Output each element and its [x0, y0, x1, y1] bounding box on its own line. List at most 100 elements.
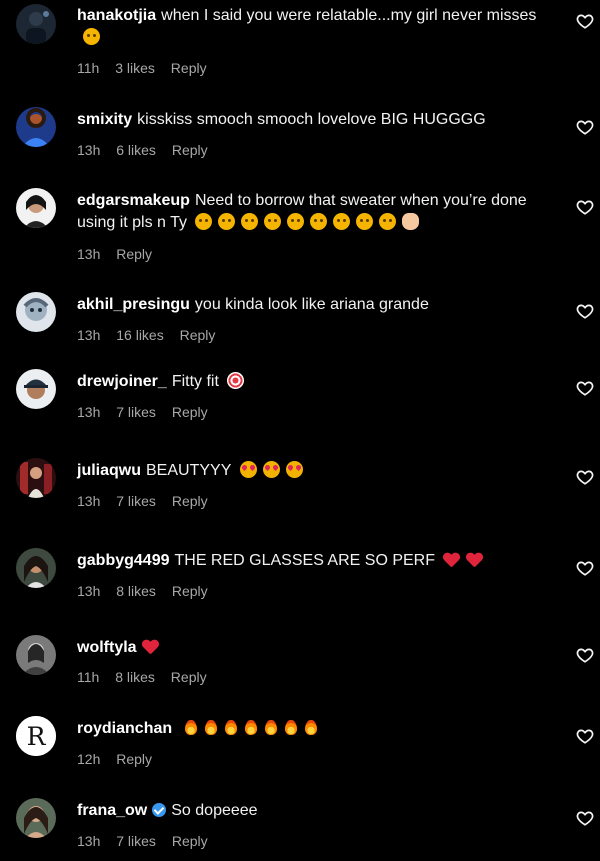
emoji-icon: [466, 551, 483, 568]
like-heart-icon[interactable]: [576, 727, 594, 745]
avatar[interactable]: [16, 188, 56, 228]
comment-body: edgarsmakeup Need to borrow that sweater …: [77, 190, 565, 234]
emoji-icon: [356, 213, 374, 230]
like-heart-icon[interactable]: [576, 118, 594, 136]
avatar[interactable]: [16, 458, 56, 498]
emoji-icon: [379, 213, 397, 230]
comment-username[interactable]: frana_ow: [77, 802, 147, 819]
emoji-icon: [304, 719, 318, 736]
emoji-icon: [285, 461, 303, 478]
comment-likes[interactable]: 7 likes: [116, 833, 156, 849]
comment-likes[interactable]: 7 likes: [116, 404, 156, 420]
comment-text: when I said you were relatable...my girl…: [161, 7, 537, 24]
like-heart-icon[interactable]: [576, 468, 594, 486]
comment-meta: 13h 7 likes Reply: [77, 493, 220, 509]
comment-likes[interactable]: 8 likes: [116, 583, 156, 599]
comment-time: 11h: [77, 669, 100, 685]
emoji-icon: [218, 213, 236, 230]
comment-meta: 13h 8 likes Reply: [77, 583, 220, 599]
like-heart-icon[interactable]: [576, 646, 594, 664]
comment-time: 13h: [77, 142, 101, 158]
comment-body: smixity kisskiss smooch smooch lovelove B…: [77, 109, 565, 131]
emoji-icon: [241, 213, 259, 230]
comment-likes[interactable]: 8 likes: [115, 669, 155, 685]
comment-username[interactable]: smixity: [77, 111, 132, 128]
emoji-icon: [284, 719, 298, 736]
avatar[interactable]: [16, 548, 56, 588]
comment-likes[interactable]: 3 likes: [115, 60, 155, 76]
comment-text: THE RED GLASSES ARE SO PERF: [174, 552, 435, 569]
comment-likes[interactable]: 6 likes: [116, 142, 156, 158]
comment-username[interactable]: roydianchan: [77, 720, 172, 737]
avatar[interactable]: [16, 107, 56, 147]
comment-body: roydianchan: [77, 718, 565, 740]
comment-body: gabbyg4499 THE RED GLASSES ARE SO PERF: [77, 550, 565, 572]
emoji-icon: [83, 28, 100, 45]
comment-username[interactable]: wolftyla: [77, 639, 137, 656]
comment-text: you kinda look like ariana grande: [194, 296, 429, 313]
emoji-icon: [402, 213, 420, 230]
comment-time: 13h: [77, 327, 101, 343]
comment-time: 13h: [77, 246, 101, 262]
like-heart-icon[interactable]: [576, 379, 594, 397]
emoji-icon: [443, 551, 460, 568]
emoji-icon: [262, 461, 280, 478]
comment-username[interactable]: edgarsmakeup: [77, 192, 190, 209]
comment-body: hanakotjia when I said you were relatable…: [77, 5, 565, 49]
comment-meta: 13h 7 likes Reply: [77, 404, 220, 420]
reply-button[interactable]: Reply: [172, 493, 208, 509]
comment-username[interactable]: gabbyg4499: [77, 552, 169, 569]
comment-time: 13h: [77, 583, 101, 599]
comment-meta: 13h 6 likes Reply: [77, 142, 220, 158]
emoji-icon: [184, 719, 198, 736]
emoji-icon: [264, 213, 282, 230]
reply-button[interactable]: Reply: [171, 60, 207, 76]
comment-time: 11h: [77, 60, 100, 76]
emoji-icon: [227, 372, 245, 389]
comment-text: Fitty fit: [171, 373, 219, 390]
avatar[interactable]: [16, 798, 56, 838]
emoji-icon: [333, 213, 351, 230]
emoji-icon: [224, 719, 238, 736]
emoji-icon: [204, 719, 218, 736]
comment-likes[interactable]: 7 likes: [116, 493, 156, 509]
like-heart-icon[interactable]: [576, 809, 594, 827]
reply-button[interactable]: Reply: [172, 583, 208, 599]
comment-body: drewjoiner_ Fitty fit: [77, 371, 565, 393]
reply-button[interactable]: Reply: [180, 327, 216, 343]
avatar[interactable]: [16, 292, 56, 332]
reply-button[interactable]: Reply: [172, 833, 208, 849]
comment-time: 13h: [77, 833, 101, 849]
comment-body: akhil_presingu you kinda look like ariana…: [77, 294, 565, 316]
verified-badge-icon: [152, 803, 167, 817]
reply-button[interactable]: Reply: [116, 751, 152, 767]
like-heart-icon[interactable]: [576, 559, 594, 577]
emoji-icon: [239, 461, 257, 478]
comment-username[interactable]: akhil_presingu: [77, 296, 190, 313]
emoji-icon: [264, 719, 278, 736]
reply-button[interactable]: Reply: [171, 669, 207, 685]
avatar[interactable]: [16, 369, 56, 409]
emoji-icon: [142, 638, 159, 655]
comment-time: 13h: [77, 493, 101, 509]
reply-button[interactable]: Reply: [172, 404, 208, 420]
comment-username[interactable]: juliaqwu: [77, 462, 141, 479]
comment-meta: 13h Reply: [77, 246, 164, 262]
comment-username[interactable]: hanakotjia: [77, 7, 156, 24]
like-heart-icon[interactable]: [576, 198, 594, 216]
like-heart-icon[interactable]: [576, 302, 594, 320]
avatar[interactable]: R: [16, 716, 56, 756]
emoji-icon: [310, 213, 328, 230]
reply-button[interactable]: Reply: [172, 142, 208, 158]
comment-meta: 13h 16 likes Reply: [77, 327, 227, 343]
comment-body: juliaqwu BEAUTYYY: [77, 460, 565, 482]
emoji-icon: [195, 213, 213, 230]
avatar[interactable]: [16, 4, 56, 44]
reply-button[interactable]: Reply: [116, 246, 152, 262]
emoji-icon: [244, 719, 258, 736]
svg-text:R: R: [27, 722, 47, 751]
comment-username[interactable]: drewjoiner_: [77, 373, 167, 390]
like-heart-icon[interactable]: [576, 12, 594, 30]
avatar[interactable]: [16, 635, 56, 675]
comment-likes[interactable]: 16 likes: [116, 327, 163, 343]
